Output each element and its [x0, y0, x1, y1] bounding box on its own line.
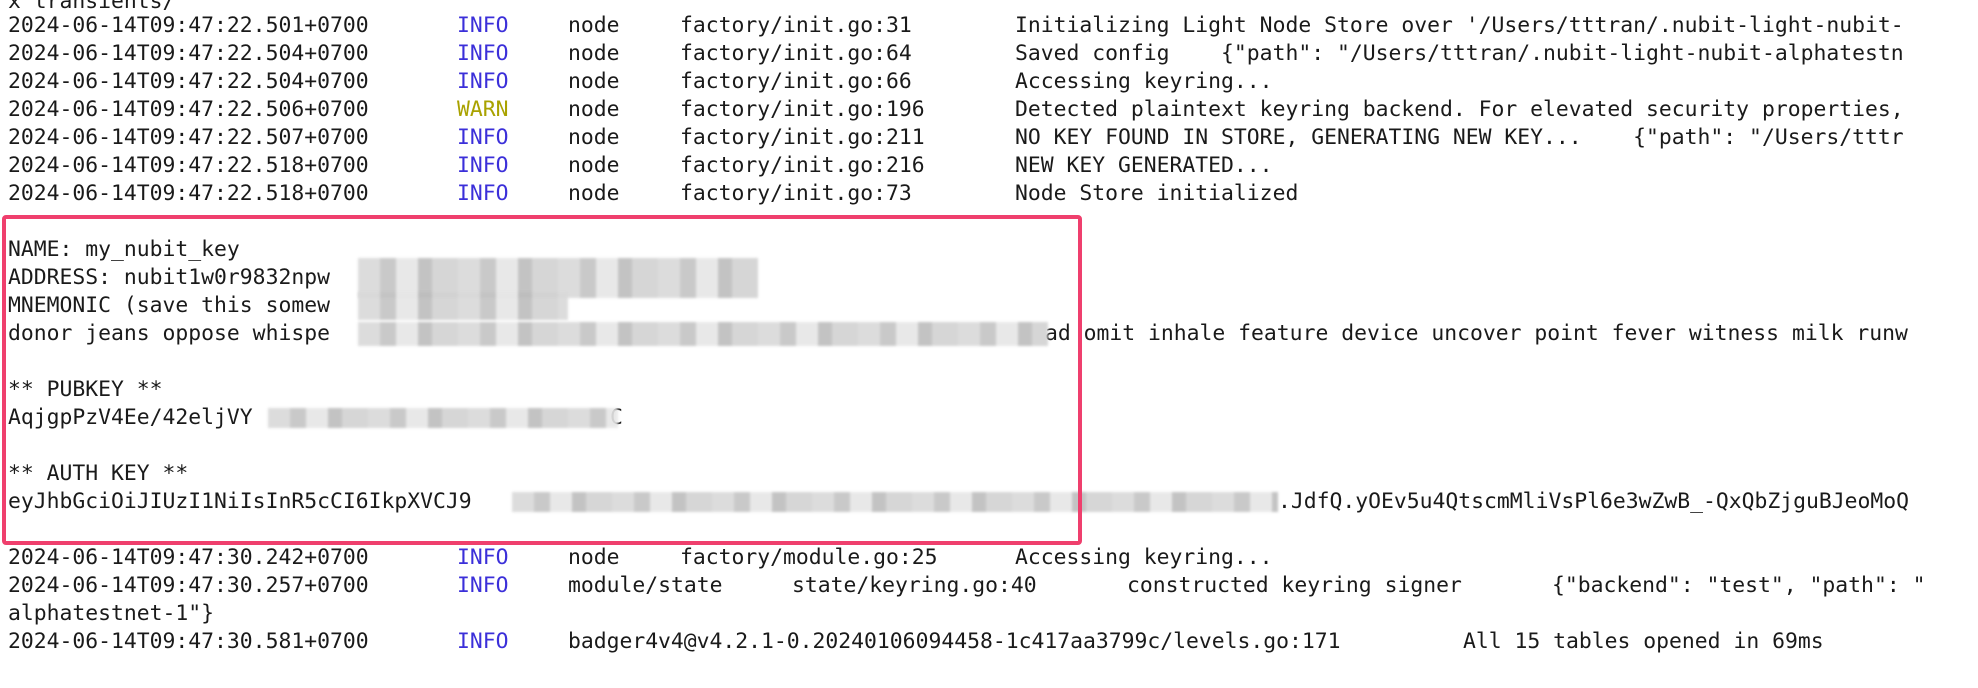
- log-message: Accessing keyring...: [1015, 545, 1273, 570]
- log-source: factory/init.go:31: [680, 13, 912, 38]
- log-line: 2024-06-14T09:47:30.242+0700 INFO node f…: [8, 544, 1978, 572]
- log-level: INFO: [457, 13, 509, 38]
- log-message: constructed keyring signer {"backend": "…: [1127, 573, 1926, 598]
- pubkey-prefix: AqjgpPzV4Ee/42eljVY: [8, 405, 253, 430]
- redacted-mnemonic-label: [358, 292, 568, 320]
- pubkey-header: ** PUBKEY **: [8, 377, 163, 402]
- log-line: 2024-06-14T09:47:22.506+0700 WARN node f…: [8, 96, 1978, 124]
- key-mnemonic-prefix: donor jeans oppose whispe: [8, 321, 330, 346]
- terminal-output[interactable]: x transients/ 2024-06-14T09:47:22.501+07…: [0, 0, 1978, 688]
- log-timestamp: 2024-06-14T09:47:22.518+0700: [8, 153, 369, 178]
- log-timestamp: 2024-06-14T09:47:22.501+0700: [8, 13, 369, 38]
- log-module: badger4: [568, 629, 659, 654]
- log-level: INFO: [457, 573, 509, 598]
- log-timestamp: 2024-06-14T09:47:22.504+0700: [8, 69, 369, 94]
- log-message: Detected plaintext keyring backend. For …: [1015, 97, 1904, 122]
- log-timestamp: 2024-06-14T09:47:30.581+0700: [8, 629, 369, 654]
- log-line-wrap: alphatestnet-1"}: [8, 601, 215, 626]
- redacted-mnemonic: [358, 322, 1048, 346]
- log-module: node: [568, 545, 620, 570]
- log-message: Node Store initialized: [1015, 181, 1299, 206]
- log-timestamp: 2024-06-14T09:47:22.504+0700: [8, 41, 369, 66]
- log-message: Saved config {"path": "/Users/tttran/.nu…: [1015, 41, 1904, 66]
- log-line: 2024-06-14T09:47:22.518+0700 INFO node f…: [8, 180, 1978, 208]
- log-line: 2024-06-14T09:47:22.501+0700 INFO node f…: [8, 12, 1978, 40]
- log-level: INFO: [457, 69, 509, 94]
- key-address-line: ADDRESS: nubit1w0r9832npw: [8, 265, 330, 290]
- log-source: factory/init.go:211: [680, 125, 925, 150]
- log-source: factory/init.go:216: [680, 153, 925, 178]
- log-module: module/state: [568, 573, 723, 598]
- log-level: INFO: [457, 125, 509, 150]
- log-level: INFO: [457, 41, 509, 66]
- log-message: NEW KEY GENERATED...: [1015, 153, 1273, 178]
- log-level: WARN: [457, 97, 509, 122]
- log-source: factory/init.go:196: [680, 97, 925, 122]
- log-line: 2024-06-14T09:47:22.507+0700 INFO node f…: [8, 124, 1978, 152]
- auth-header: ** AUTH KEY **: [8, 461, 189, 486]
- log-module: node: [568, 153, 620, 178]
- log-line: 2024-06-14T09:47:22.518+0700 INFO node f…: [8, 152, 1978, 180]
- log-source: factory/init.go:66: [680, 69, 912, 94]
- log-module: node: [568, 181, 620, 206]
- redacted-pubkey: [268, 408, 618, 428]
- log-module: node: [568, 13, 620, 38]
- log-line: 2024-06-14T09:47:22.504+0700 INFO node f…: [8, 68, 1978, 96]
- log-line: 2024-06-14T09:47:30.257+0700 INFO module…: [8, 572, 1978, 600]
- log-timestamp: 2024-06-14T09:47:22.507+0700: [8, 125, 369, 150]
- auth-suffix: .JdfQ.yOEv5u4QtscmMliVsPl6e3wZwB_-QxQbZj…: [1278, 489, 1910, 514]
- log-module: node: [568, 97, 620, 122]
- log-message: Initializing Light Node Store over '/Use…: [1015, 13, 1904, 38]
- log-timestamp: 2024-06-14T09:47:30.242+0700: [8, 545, 369, 570]
- log-timestamp: 2024-06-14T09:47:30.257+0700: [8, 573, 369, 598]
- log-source: factory/module.go:25: [680, 545, 938, 570]
- log-level: INFO: [457, 629, 509, 654]
- log-line: 2024-06-14T09:47:30.581+0700 INFO badger…: [8, 628, 1978, 656]
- log-source: factory/init.go:73: [680, 181, 912, 206]
- log-message: All 15 tables opened in 69ms: [1463, 629, 1824, 654]
- log-module: node: [568, 41, 620, 66]
- log-source: factory/init.go:64: [680, 41, 912, 66]
- redacted-auth-key: [512, 492, 1278, 512]
- log-line: 2024-06-14T09:47:22.504+0700 INFO node f…: [8, 40, 1978, 68]
- key-mnemonic-suffix: ad omit inhale feature device uncover po…: [1045, 321, 1908, 346]
- log-level: INFO: [457, 181, 509, 206]
- key-name-line: NAME: my_nubit_key: [8, 237, 240, 262]
- log-level: INFO: [457, 545, 509, 570]
- log-source: state/keyring.go:40: [792, 573, 1037, 598]
- log-message: Accessing keyring...: [1015, 69, 1273, 94]
- log-message: NO KEY FOUND IN STORE, GENERATING NEW KE…: [1015, 125, 1904, 150]
- log-level: INFO: [457, 153, 509, 178]
- auth-prefix: eyJhbGciOiJIUzI1NiIsInR5cCI6IkpXVCJ9: [8, 489, 472, 514]
- log-source: v4@v4.2.1-0.20240106094458-1c417aa3799c/…: [658, 629, 1341, 654]
- log-timestamp: 2024-06-14T09:47:22.506+0700: [8, 97, 369, 122]
- key-mnemonic-label: MNEMONIC (save this somew: [8, 293, 330, 318]
- log-module: node: [568, 69, 620, 94]
- log-timestamp: 2024-06-14T09:47:22.518+0700: [8, 181, 369, 206]
- log-module: node: [568, 125, 620, 150]
